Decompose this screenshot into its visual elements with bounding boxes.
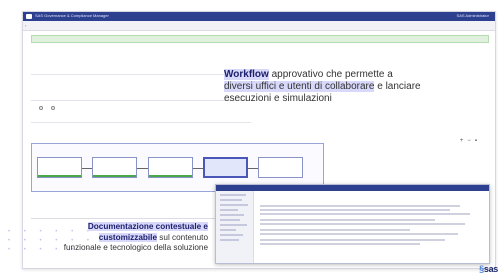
section-header[interactable] [31,94,251,101]
callout-bold: Workflow [224,69,269,80]
address-bar: ‹ [23,21,495,31]
workflow-section-header[interactable] [31,116,251,123]
sas-logo: §sas [479,264,498,274]
success-banner [31,35,489,43]
doc-text-line [260,243,420,245]
node-status-bar [93,175,136,177]
doc-text-line [260,223,465,225]
radio-row [33,106,56,111]
app-logo-icon [26,14,32,19]
doc-text-line [260,233,458,235]
doc-text-line [260,239,445,241]
workflow-callout: Workflow approvativo che permette a dive… [224,69,424,105]
section-header[interactable] [31,68,251,75]
workflow-arrow [137,168,148,169]
node-status-bar [149,175,192,177]
doc-topbar [216,185,489,191]
workflow-arrow [193,168,203,169]
callout-highlight: diversi uffici e utenti di collaborare [224,81,375,92]
sas-logo-text: sas [483,264,498,274]
workflow-node-active[interactable] [203,157,248,178]
user-name[interactable]: SAS Administrator [457,13,489,18]
doc-text-line [260,219,435,221]
doc-text-line [260,229,410,231]
workflow-node[interactable] [37,157,82,178]
zoom-out-icon[interactable]: − [467,138,475,144]
workflow-node[interactable] [92,157,137,178]
callout-text: approvativo che permette a [268,69,393,80]
window-title: SAS Governance & Compliance Manager [35,13,109,18]
window-titlebar: SAS Governance & Compliance Manager SAS … [23,12,495,21]
workflow-node[interactable] [148,157,193,178]
doc-text-line [260,209,450,211]
workflow-toolbar: +−▪ [460,138,481,144]
workflow-arrow [248,168,258,169]
url-input[interactable] [31,23,241,29]
radio-yes[interactable] [39,106,43,111]
workflow-arrow [82,168,92,169]
doc-text-line [260,205,460,207]
workflow-node[interactable] [258,157,303,178]
doc-sidebar [216,191,254,263]
fit-icon[interactable]: ▪ [475,138,481,144]
doc-text-line [260,213,470,215]
node-status-bar [38,175,81,177]
docs-callout: Documentazione contestuale e customizzab… [60,222,208,254]
back-icon[interactable]: ‹ [25,23,30,28]
radio-no[interactable] [51,106,55,111]
documentation-panel [215,184,490,264]
